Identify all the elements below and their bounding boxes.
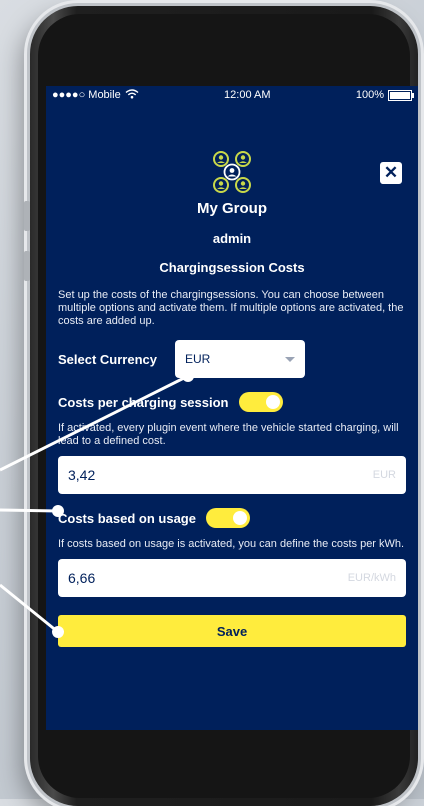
status-bar: ●●●●○ Mobile 12:00 AM 100% <box>46 86 418 104</box>
per-session-cost-unit: EUR <box>372 469 396 481</box>
per-session-description: If activated, every plugin event where t… <box>58 422 399 447</box>
close-icon: ✕ <box>383 163 399 182</box>
usage-cost-unit: EUR/kWh <box>347 572 396 584</box>
currency-row: Select Currency EUR <box>58 340 406 378</box>
save-button[interactable]: Save <box>58 615 406 647</box>
usage-label: Costs based on usage <box>58 510 196 526</box>
chevron-down-icon <box>285 356 295 362</box>
per-session-toggle[interactable] <box>238 392 283 412</box>
section-title: Chargingsession Costs <box>159 260 305 275</box>
group-name: My Group <box>197 200 267 217</box>
usage-row: Costs based on usage <box>58 508 406 528</box>
per-session-cost-value: 3,42 <box>68 467 96 483</box>
per-session-row: Costs per charging session <box>58 392 406 412</box>
group-icon <box>213 151 251 193</box>
app-screen: ●●●●○ Mobile 12:00 AM 100% ✕ My Group ad… <box>46 86 418 730</box>
battery-level: 100% <box>355 89 384 101</box>
per-session-cost-input[interactable]: 3,42 EUR <box>58 456 406 494</box>
currency-label: Select Currency <box>58 351 157 367</box>
toggle-knob <box>232 511 247 525</box>
volume-up-button <box>24 201 30 231</box>
per-session-label: Costs per charging session <box>58 394 229 410</box>
usage-cost-input[interactable]: 6,66 EUR/kWh <box>58 559 406 597</box>
battery-icon <box>388 89 414 101</box>
status-time: 12:00 AM <box>224 89 271 101</box>
dialog-content: ✕ My Group admin Chargingsession Costs S… <box>46 150 418 647</box>
usage-description: If costs based on usage is activated, yo… <box>58 538 405 550</box>
intro-text: Set up the costs of the chargingsessions… <box>58 289 404 327</box>
usage-cost-value: 6,66 <box>68 570 96 586</box>
usage-toggle[interactable] <box>205 508 250 528</box>
currency-value: EUR <box>185 352 211 366</box>
currency-select[interactable]: EUR <box>175 340 305 378</box>
user-role: admin <box>212 231 252 246</box>
toggle-knob <box>265 395 280 409</box>
volume-down-button <box>24 251 30 281</box>
close-button[interactable]: ✕ <box>380 162 402 184</box>
wifi-icon <box>125 88 139 102</box>
carrier-signal: ●●●●○ Mobile <box>52 89 121 101</box>
